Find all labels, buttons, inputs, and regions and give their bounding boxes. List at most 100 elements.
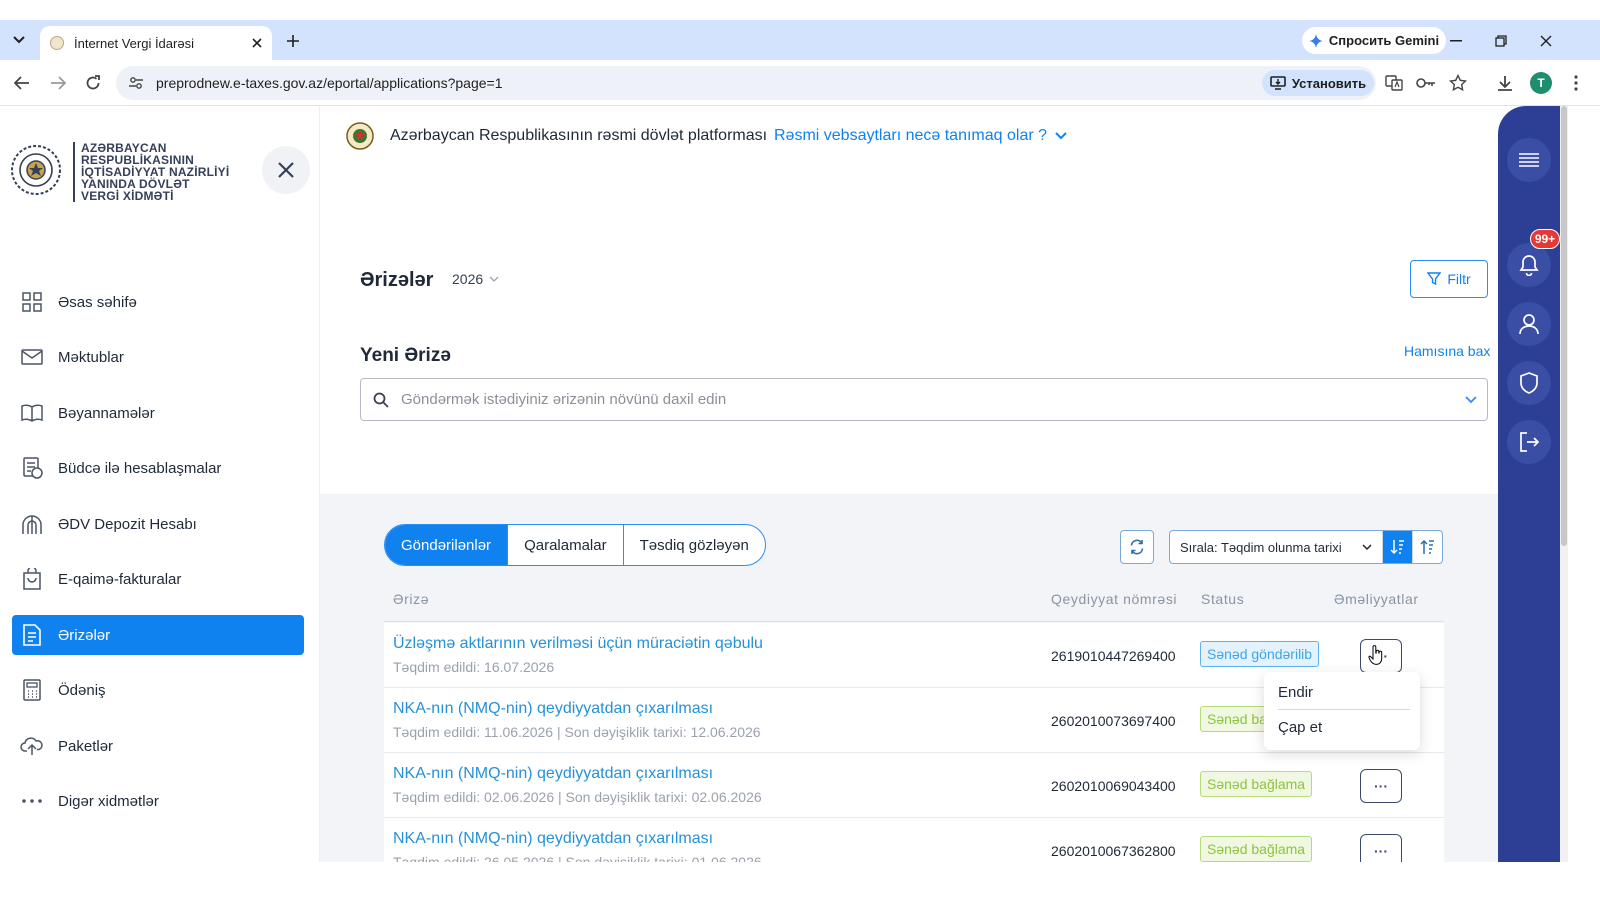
refresh-button[interactable]	[1120, 530, 1154, 564]
sidebar-item-label: E-qaimə-fakturalar	[58, 570, 182, 588]
close-icon	[278, 162, 294, 178]
sidebar-item-declarations[interactable]: Bəyannamələr	[12, 393, 304, 433]
sidebar-item-home[interactable]: Əsas səhifə	[12, 282, 304, 322]
registration-number: 2602010067362800	[1051, 843, 1176, 859]
right-action-rail	[1498, 106, 1560, 880]
sidebar-item-budget[interactable]: Büdcə ilə hesablaşmalar	[12, 448, 304, 488]
status-badge: Sənəd bağlama	[1200, 771, 1313, 797]
site-favicon-icon	[50, 36, 64, 50]
install-label: Установить	[1291, 75, 1367, 91]
year-value: 2026	[452, 271, 484, 287]
deposit-icon	[20, 512, 44, 536]
menu-hamburger-button[interactable]	[1507, 138, 1551, 182]
sidebar-item-e-invoices[interactable]: E-qaimə-fakturalar	[12, 559, 304, 599]
sort-control: Sırala: Təqdim olunma tarixi	[1169, 530, 1443, 564]
tab-close-icon[interactable]	[252, 38, 262, 48]
mail-icon	[20, 345, 44, 369]
logout-button[interactable]	[1507, 420, 1551, 464]
sidebar-item-label: Ödəniş	[58, 681, 106, 699]
application-title-link[interactable]: NKA-nın (NMQ-nin) qeydiyyatdan çıxarılma…	[393, 700, 713, 718]
filter-button[interactable]: Filtr	[1410, 260, 1488, 298]
scrollbar-thumb[interactable]	[1561, 106, 1567, 546]
official-sites-link-label: Rəsmi vebsaytları necə tanımaq olar ?	[774, 127, 1048, 144]
application-title-link[interactable]: NKA-nın (NMQ-nin) qeydiyyatdan çıxarılma…	[393, 830, 713, 848]
downloads-icon[interactable]	[1493, 71, 1517, 95]
minimize-icon[interactable]	[1445, 30, 1467, 52]
more-icon	[20, 789, 44, 813]
application-title-link[interactable]: NKA-nın (NMQ-nin) qeydiyyatdan çıxarılma…	[393, 765, 713, 783]
sidebar-item-label: Əsas səhifə	[58, 293, 137, 311]
sort-select[interactable]: Sırala: Təqdim olunma tarixi	[1170, 540, 1382, 555]
sort-ascending-button[interactable]	[1412, 531, 1442, 563]
year-selector[interactable]: 2026	[452, 271, 499, 287]
official-sites-link[interactable]: Rəsmi vebsaytları necə tanımaq olar ?	[774, 127, 1067, 145]
sidebar-item-other-services[interactable]: Digər xidmətlər	[12, 781, 304, 821]
upload-cloud-icon	[20, 734, 44, 758]
tab-sent[interactable]: Göndərilənlər	[385, 525, 509, 565]
sort-asc-icon	[1419, 539, 1434, 554]
tab-drafts[interactable]: Qaralamalar	[508, 525, 624, 565]
application-tabs: Göndərilənlər Qaralamalar Təsdiq gözləyə…	[384, 524, 766, 566]
browser-menu-icon[interactable]	[1564, 71, 1588, 95]
sort-label: Sırala: Təqdim olunma tarixi	[1180, 539, 1342, 555]
budget-icon	[20, 456, 44, 480]
ask-gemini-button[interactable]: Спросить Gemini	[1302, 27, 1446, 54]
translate-icon[interactable]	[1382, 71, 1406, 95]
column-header-actions: Əməliyyatlar	[1334, 590, 1419, 607]
application-dates: Təqdim edildi: 16.07.2026	[393, 659, 555, 675]
install-app-button[interactable]: Установить	[1262, 70, 1374, 96]
sidebar-item-payment[interactable]: Ödəniş	[12, 670, 304, 710]
column-header-registration-number: Qeydiyyat nömrəsi	[1051, 590, 1178, 607]
chevron-down-icon	[1055, 132, 1067, 140]
password-key-icon[interactable]	[1414, 71, 1438, 95]
restore-icon[interactable]	[1490, 30, 1512, 52]
filter-icon	[1427, 272, 1442, 286]
page-title: Ərizələr	[360, 269, 434, 291]
sidebar-item-packages[interactable]: Paketlər	[12, 726, 304, 766]
sidebar-item-applications[interactable]: Ərizələr	[12, 615, 304, 655]
sidebar-item-label: Digər xidmətlər	[58, 792, 159, 810]
new-tab-plus-icon[interactable]	[282, 30, 304, 52]
state-emblem-icon	[346, 122, 374, 150]
notifications-button[interactable]	[1507, 243, 1551, 287]
bookmark-star-icon[interactable]	[1446, 71, 1470, 95]
calculator-icon	[20, 678, 44, 702]
sidebar-item-label: Büdcə ilə hesablaşmalar	[58, 459, 222, 477]
application-title-link[interactable]: Üzləşmə aktlarının verilməsi üçün müraci…	[393, 635, 763, 653]
profile-avatar[interactable]: T	[1530, 72, 1552, 94]
sidebar-close-button[interactable]	[262, 146, 310, 194]
browser-toolbar: preprodnew.e-taxes.gov.az/eportal/applic…	[0, 60, 1600, 106]
menu-divider	[1278, 709, 1410, 710]
profile-button[interactable]	[1507, 302, 1551, 346]
sort-desc-icon	[1389, 540, 1404, 555]
menu-item-download[interactable]: Endir	[1278, 684, 1408, 701]
address-bar[interactable]: preprodnew.e-taxes.gov.az/eportal/applic…	[116, 66, 1376, 100]
row-actions-button[interactable]: ···	[1360, 769, 1402, 803]
security-button[interactable]	[1507, 361, 1551, 405]
browser-tab[interactable]: İnternet Vergi İdarəsi	[40, 26, 272, 60]
menu-item-print[interactable]: Çap et	[1278, 719, 1408, 736]
table-header: Ərizə Qeydiyyat nömrəsi Status Əməliyyat…	[384, 576, 1444, 622]
main-content: Azərbaycan Respublikasının rəsmi dövlət …	[320, 106, 1528, 883]
forward-arrow-icon[interactable]	[46, 71, 70, 95]
reload-icon[interactable]	[81, 71, 105, 95]
registration-number: 2602010073697400	[1051, 713, 1176, 729]
browser-tab-title: İnternet Vergi İdarəsi	[74, 35, 194, 51]
tab-search-chevron-icon[interactable]	[6, 28, 32, 52]
window-close-icon[interactable]	[1535, 30, 1557, 52]
site-settings-icon[interactable]	[128, 75, 144, 91]
chevron-down-icon	[489, 276, 499, 282]
grid-icon	[20, 290, 44, 314]
chevron-down-icon[interactable]	[1465, 395, 1477, 404]
back-arrow-icon[interactable]	[10, 71, 34, 95]
sidebar-item-vat-deposit[interactable]: ƏDV Depozit Hesabı	[12, 504, 304, 544]
application-type-search[interactable]: Göndərmək istədiyiniz ərizənin növünü da…	[360, 378, 1488, 421]
see-all-link[interactable]: Hamısına bax	[1404, 343, 1490, 359]
sort-descending-button[interactable]	[1382, 531, 1412, 563]
chevron-down-icon	[1362, 544, 1372, 550]
sidebar-item-letters[interactable]: Məktublar	[12, 337, 304, 377]
user-icon	[1519, 314, 1539, 335]
tab-pending-approval[interactable]: Təsdiq gözləyən	[624, 525, 765, 565]
sidebar-item-label: Məktublar	[58, 348, 124, 366]
table-row: NKA-nın (NMQ-nin) qeydiyyatdan çıxarılma…	[384, 753, 1444, 818]
